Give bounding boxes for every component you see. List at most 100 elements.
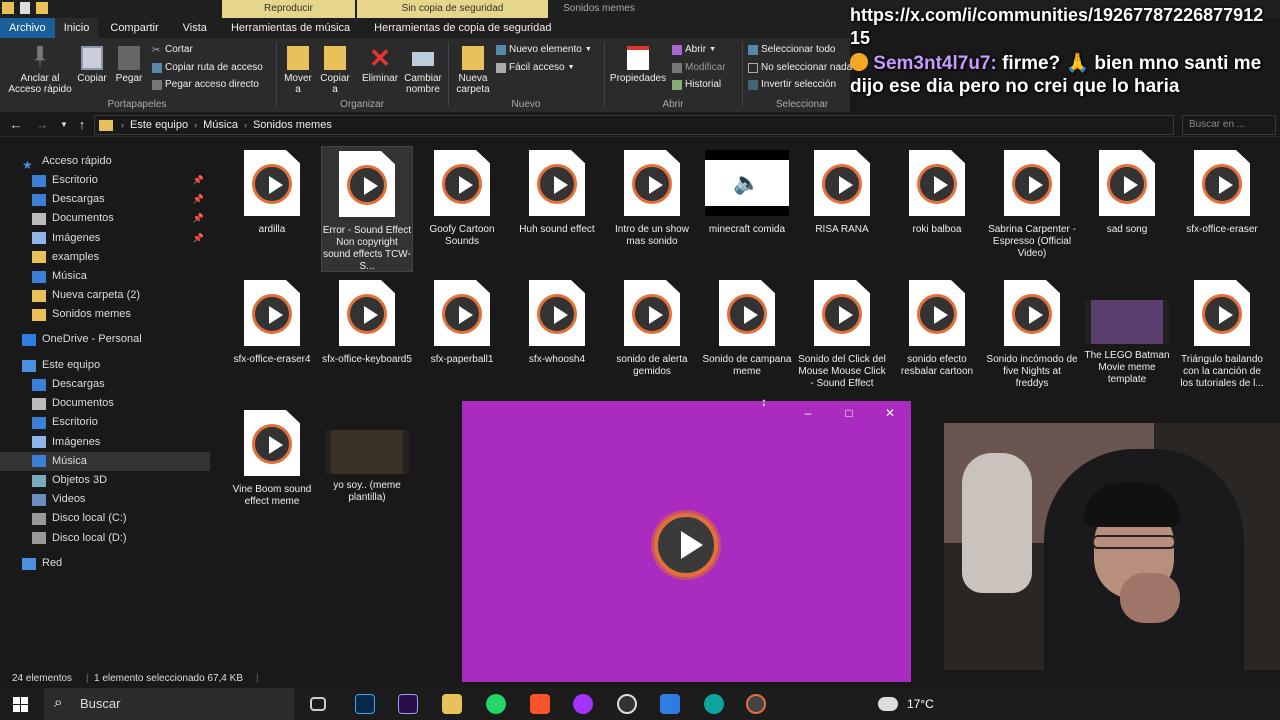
nav-network[interactable]: Red — [0, 554, 210, 573]
file-item[interactable]: sonido de alerta gemidos — [606, 276, 698, 378]
tab-file[interactable]: Archivo — [0, 18, 55, 38]
copy-button[interactable]: Copiar — [76, 46, 108, 84]
windows-start-icon[interactable] — [13, 697, 28, 712]
nav-pc-item[interactable]: Disco local (D:) — [0, 529, 210, 548]
close-button[interactable]: ✕ — [878, 404, 902, 422]
address-box[interactable]: › Este equipo › Música › Sonidos memes — [94, 115, 1174, 135]
edit-button[interactable]: Modificar — [672, 62, 726, 73]
file-item[interactable]: ardilla — [226, 146, 318, 236]
file-item[interactable]: Goofy Cartoon Sounds — [416, 146, 508, 248]
breadcrumb-sonidos-memes[interactable]: Sonidos memes — [247, 119, 338, 131]
file-explorer-icon[interactable] — [442, 694, 462, 714]
nav-pc-item[interactable]: Escritorio — [0, 413, 210, 432]
file-item[interactable]: Sonido del Click del Mouse Mouse Click -… — [796, 276, 888, 390]
recent-locations-button[interactable]: ▼ — [56, 117, 72, 133]
whatsapp-icon[interactable] — [486, 694, 506, 714]
new-folder-icon[interactable] — [36, 2, 48, 14]
file-item[interactable]: Triángulo bailando con la canción de los… — [1176, 276, 1268, 390]
cut-button[interactable]: ✂ Cortar — [152, 44, 193, 56]
nav-pc-item[interactable]: Disco local (C:) — [0, 509, 210, 528]
premiere-icon[interactable] — [398, 694, 418, 714]
tab-home[interactable]: Inicio — [54, 18, 99, 38]
select-none-button[interactable]: No seleccionar nada — [748, 62, 852, 73]
file-item[interactable]: sfx-office-eraser4 — [226, 276, 318, 366]
file-item[interactable]: RISA RANA — [796, 146, 888, 236]
nav-quick-item[interactable]: examples — [0, 248, 210, 267]
brave-icon[interactable] — [530, 694, 550, 714]
invert-selection-button[interactable]: Invertir selección — [748, 79, 836, 90]
copy-to-button[interactable]: Copiar a — [317, 46, 353, 95]
file-item[interactable]: roki balboa — [891, 146, 983, 236]
media-player-icon[interactable] — [746, 694, 766, 714]
forward-button[interactable]: → — [34, 117, 50, 133]
pin-quick-access-button[interactable]: Anclar al Acceso rápido — [4, 46, 76, 95]
edge-icon[interactable] — [704, 694, 724, 714]
nav-quick-item[interactable]: Nueva carpeta (2) — [0, 286, 210, 305]
file-item[interactable]: Intro de un show mas sonido — [606, 146, 698, 248]
rename-button[interactable]: Cambiar nombre — [402, 46, 444, 95]
file-item[interactable]: sfx-office-eraser — [1176, 146, 1268, 236]
photoshop-icon[interactable] — [355, 694, 375, 714]
context-tab-backup[interactable]: Sin copia de seguridad — [357, 0, 548, 18]
context-tab-play[interactable]: Reproducir — [222, 0, 355, 18]
new-item-button[interactable]: Nuevo elemento ▼ — [496, 44, 592, 55]
file-item[interactable]: sonido efecto resbalar cartoon — [891, 276, 983, 378]
nav-quick-item[interactable]: Imágenes 📌 — [0, 229, 210, 248]
select-all-button[interactable]: Seleccionar todo — [748, 44, 836, 55]
file-item[interactable]: sfx-paperball1 — [416, 276, 508, 366]
tab-backup-tools[interactable]: Herramientas de copia de seguridad — [362, 18, 563, 38]
open-button[interactable]: Abrir ▼ — [672, 44, 716, 55]
nav-pc-item[interactable]: Descargas — [0, 375, 210, 394]
nav-pc-item[interactable]: Música — [0, 451, 210, 471]
move-to-button[interactable]: Mover a — [280, 46, 316, 95]
nav-onedrive[interactable]: OneDrive - Personal — [0, 330, 210, 349]
nav-quick-item[interactable]: Documentos 📌 — [0, 209, 210, 228]
file-item[interactable]: yo soy.. (meme plantilla) — [321, 406, 413, 504]
nav-pc-item[interactable]: Videos — [0, 490, 210, 509]
delete-button[interactable]: ✕ Eliminar — [360, 45, 400, 84]
nav-quick-access[interactable]: ★ Acceso rápido — [0, 152, 210, 172]
search-input[interactable]: Buscar en ... — [1182, 115, 1276, 135]
nav-quick-item[interactable]: Descargas 📌 — [0, 190, 210, 209]
file-item[interactable]: sfx-office-keyboard5 — [321, 276, 413, 366]
pin-icon[interactable]: 📌 — [193, 190, 204, 209]
nav-quick-item[interactable]: Sonidos memes — [0, 305, 210, 324]
file-item[interactable]: sad song — [1081, 146, 1173, 236]
file-item[interactable]: Error - Sound Effect Non copyright sound… — [321, 146, 413, 272]
tab-view[interactable]: Vista — [171, 18, 219, 38]
maximize-button[interactable]: □ — [837, 404, 861, 422]
pin-icon[interactable]: 📌 — [193, 229, 204, 248]
task-view-icon[interactable] — [310, 697, 326, 711]
history-button[interactable]: Historial — [672, 79, 721, 90]
obs-icon[interactable] — [617, 694, 637, 714]
file-item[interactable]: Sonido de campana meme — [701, 276, 793, 378]
pin-icon[interactable]: 📌 — [193, 171, 204, 190]
breadcrumb-this-pc[interactable]: Este equipo — [124, 119, 194, 131]
play-icon[interactable] — [654, 513, 718, 577]
tab-music-tools[interactable]: Herramientas de música — [219, 18, 362, 38]
copy-path-button[interactable]: Copiar ruta de acceso — [152, 62, 263, 73]
app-blue-icon[interactable] — [660, 694, 680, 714]
easy-access-button[interactable]: Fácil acceso ▼ — [496, 62, 575, 73]
file-item[interactable]: Vine Boom sound effect meme — [226, 406, 318, 508]
file-item[interactable]: 🔈 minecraft comida — [701, 146, 793, 236]
up-button[interactable]: ↑ — [74, 117, 90, 133]
nav-pc-item[interactable]: Objetos 3D — [0, 471, 210, 490]
messenger-icon[interactable] — [573, 694, 593, 714]
paste-shortcut-button[interactable]: Pegar acceso directo — [152, 79, 259, 90]
file-item[interactable]: The LEGO Batman Movie meme template — [1081, 276, 1173, 386]
pin-icon[interactable]: 📌 — [193, 209, 204, 228]
media-player-window[interactable]: ↕ – □ ✕ — [462, 395, 911, 682]
file-item[interactable]: sfx-whoosh4 — [511, 276, 603, 366]
breadcrumb-music[interactable]: Música — [197, 119, 244, 131]
paste-button[interactable]: Pegar — [112, 46, 146, 84]
tab-share[interactable]: Compartir — [98, 18, 170, 38]
nav-quick-item[interactable]: Música — [0, 267, 210, 286]
properties-button[interactable]: Propiedades — [608, 46, 668, 84]
taskbar-search[interactable]: ⌕ Buscar — [44, 688, 294, 720]
file-item[interactable]: Huh sound effect — [511, 146, 603, 236]
nav-quick-item[interactable]: Escritorio 📌 — [0, 171, 210, 190]
minimize-button[interactable]: – — [796, 404, 820, 422]
file-item[interactable]: Sonido incómodo de five Nights at freddy… — [986, 276, 1078, 390]
nav-this-pc[interactable]: Este equipo — [0, 356, 210, 375]
